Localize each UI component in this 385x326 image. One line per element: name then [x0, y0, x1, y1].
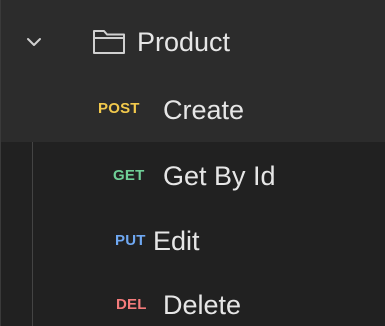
method-badge-del: DEL — [116, 296, 147, 313]
request-row-delete[interactable]: DEL Delete — [1, 272, 385, 326]
method-badge-post: POST — [98, 100, 140, 117]
request-name-get-by-id: Get By Id — [163, 161, 276, 191]
request-row-get-by-id[interactable]: GET Get By Id — [1, 144, 385, 206]
method-badge-get: GET — [113, 167, 145, 184]
folder-name: Product — [137, 27, 231, 57]
collection-tree-panel: Product POST Create GET Get By Id PUT Ed… — [0, 0, 385, 326]
request-name-create: Create — [163, 95, 245, 125]
method-badge-put: PUT — [115, 232, 146, 249]
request-row-edit[interactable]: PUT Edit — [1, 208, 385, 270]
folder-row-product[interactable]: Product — [1, 0, 385, 84]
folder-icon — [93, 30, 125, 54]
chevron-down-icon[interactable] — [25, 33, 43, 51]
request-name-delete: Delete — [163, 290, 242, 320]
request-name-edit: Edit — [153, 226, 200, 256]
request-row-create[interactable]: POST Create — [1, 80, 385, 142]
